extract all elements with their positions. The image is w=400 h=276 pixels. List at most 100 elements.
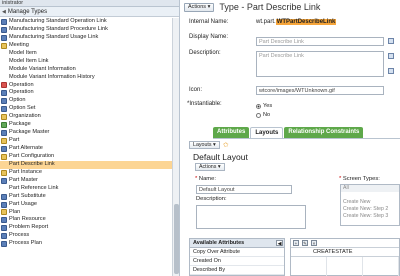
tree-item-label: Operation [9, 81, 34, 88]
blue-type-icon [1, 34, 7, 41]
edit-icon[interactable] [388, 53, 394, 59]
instantiable-label: *Instantiable: [187, 101, 222, 107]
tree-item[interactable]: Part Reference Link [0, 185, 172, 193]
icon-label: Icon: [189, 87, 203, 93]
tree-item[interactable]: Package [0, 121, 172, 129]
tree-item[interactable]: Module Variant Information [0, 66, 172, 74]
tab-layouts[interactable]: Layouts [250, 127, 284, 138]
collapse-panel-icon[interactable]: ◀ [276, 240, 283, 247]
tree-item[interactable]: Operation [0, 89, 172, 97]
collapse-arrow-icon[interactable]: ◀ [2, 7, 6, 17]
description-field[interactable]: Part Describe Link [256, 51, 384, 77]
folder-icon [1, 169, 7, 176]
layouts-menu-button[interactable]: Layouts ▾ [189, 141, 220, 149]
display-name-field[interactable]: Part Describe Link [256, 37, 384, 46]
add-group-icon[interactable]: + [293, 240, 299, 246]
grid-column-header: CREATESTATE [291, 248, 399, 257]
favorite-star-icon[interactable]: ✩ [223, 142, 229, 149]
tree-item-label: Part Usage [9, 200, 37, 207]
tree-item[interactable]: Manufacturing Standard Procedure Link [0, 26, 172, 34]
tree-item[interactable]: Part Master [0, 177, 172, 185]
tree-item[interactable]: Process Plan [0, 240, 172, 248]
tree-item[interactable]: Plan [0, 209, 172, 217]
tree-item[interactable]: Module Variant Information History [0, 74, 172, 82]
tree-item[interactable]: Package Master [0, 129, 172, 137]
blue-type-icon [1, 90, 7, 97]
type-detail-panel: Actions ▾ Type - Part Describe Link Inte… [181, 0, 400, 276]
tree-item[interactable]: Problem Report [0, 224, 172, 232]
layout-name-field[interactable]: Default Layout [196, 185, 292, 194]
grid-toolbar: + ✎ × [291, 239, 399, 248]
tree-item-label: Manufacturing Standard Procedure Link [9, 25, 108, 32]
actions-menu-button[interactable]: Actions ▾ [184, 2, 215, 12]
blue-type-icon [1, 26, 7, 33]
tree-item[interactable]: Part Alternate [0, 145, 172, 153]
attribute-item[interactable]: Created On [190, 257, 284, 266]
tab-attributes[interactable]: Attributes [213, 127, 250, 138]
tree-item-label: Organization [9, 113, 41, 120]
tree-item[interactable]: Option Set [0, 105, 172, 113]
icon-path-field[interactable]: wtcore/images/WTUnknown.gif [256, 86, 384, 95]
tree-item-label: Model Item [9, 49, 37, 56]
manage-types-header[interactable]: ◀ Manage Types [0, 7, 179, 17]
tree-item[interactable]: Manufacturing Standard Operation Link [0, 18, 172, 26]
screen-types-label: * Screen Types: [339, 176, 380, 182]
tree-item-label: Part Reference Link [9, 184, 59, 191]
tab-strip: Attributes Layouts Relationship Constrai… [213, 127, 364, 138]
tree-item[interactable]: Operation [0, 82, 172, 90]
tree-item[interactable]: Plan Resource [0, 216, 172, 224]
screen-type-option[interactable]: Create New: Step 3 [341, 213, 399, 220]
tree-item[interactable]: Model Item Link [0, 58, 172, 66]
tree-item[interactable]: Manufacturing Standard Usage Link [0, 34, 172, 42]
folder-icon [1, 138, 7, 145]
radio-icon[interactable] [256, 112, 261, 118]
screen-types-list[interactable]: All Create New Create New: Step 2 Create… [340, 184, 400, 226]
screen-type-option[interactable]: Create New: Step 2 [341, 206, 399, 213]
tree-item-label: Manufacturing Standard Usage Link [9, 33, 99, 40]
tree-scrollbar[interactable] [172, 18, 179, 276]
tree-item[interactable]: Part Describe Link [0, 160, 172, 169]
tree-item[interactable]: Part [0, 137, 172, 145]
tree-item[interactable]: Part Usage [0, 201, 172, 209]
tree-item[interactable]: Part Substitute [0, 193, 172, 201]
delete-icon[interactable]: × [311, 240, 317, 246]
instantiable-yes-radio[interactable]: Yes [256, 103, 272, 109]
tree-item-label: Plan Resource [9, 216, 46, 223]
blue-type-icon [1, 241, 7, 248]
tree-item-label: Process [9, 232, 30, 239]
tree-item[interactable]: Organization [0, 113, 172, 121]
tree-item-label: Part [9, 137, 20, 144]
tab-relationship-constraints[interactable]: Relationship Constraints [284, 127, 364, 138]
blue-type-icon [1, 233, 7, 240]
edit-icon[interactable] [388, 38, 394, 44]
blue-type-icon [1, 18, 7, 25]
layout-description-field[interactable] [196, 205, 306, 229]
blue-type-icon [1, 217, 7, 224]
edit-group-icon[interactable]: ✎ [302, 240, 308, 246]
blue-type-icon [1, 201, 7, 208]
tree-item[interactable]: Meeting [0, 42, 172, 50]
instantiable-no-radio[interactable]: No [256, 112, 270, 118]
tree-item[interactable]: Part Instance [0, 169, 172, 177]
layout-actions-button[interactable]: Actions ▾ [195, 163, 225, 171]
tree-item[interactable]: Model Item [0, 50, 172, 58]
available-attributes-panel: Available Attributes ◀ Copy Over Attribu… [189, 238, 285, 276]
folder-icon [1, 42, 7, 49]
layout-description-label: Description: [196, 196, 227, 202]
tree-item-label: Plan [9, 208, 21, 215]
tree-item-label: Part Master [9, 176, 38, 183]
attribute-item[interactable]: Described By [190, 266, 284, 275]
tree-item[interactable]: Part Configuration [0, 153, 172, 161]
screen-type-option[interactable]: All [341, 185, 399, 192]
expand-icon[interactable] [388, 68, 394, 74]
scrollbar-thumb[interactable] [174, 204, 179, 274]
tree-item-label: Part Substitute [9, 192, 46, 199]
tree-item[interactable]: Process [0, 232, 172, 240]
screen-type-option[interactable]: Create New [341, 199, 399, 206]
manage-types-title: Manage Types [7, 8, 48, 15]
attribute-item[interactable]: Copy Over Attribute [190, 248, 284, 257]
blue-type-icon [1, 193, 7, 200]
tree-item-label: Part Describe Link [9, 160, 55, 167]
radio-selected-icon[interactable] [256, 103, 261, 109]
tree-item[interactable]: Option [0, 97, 172, 105]
